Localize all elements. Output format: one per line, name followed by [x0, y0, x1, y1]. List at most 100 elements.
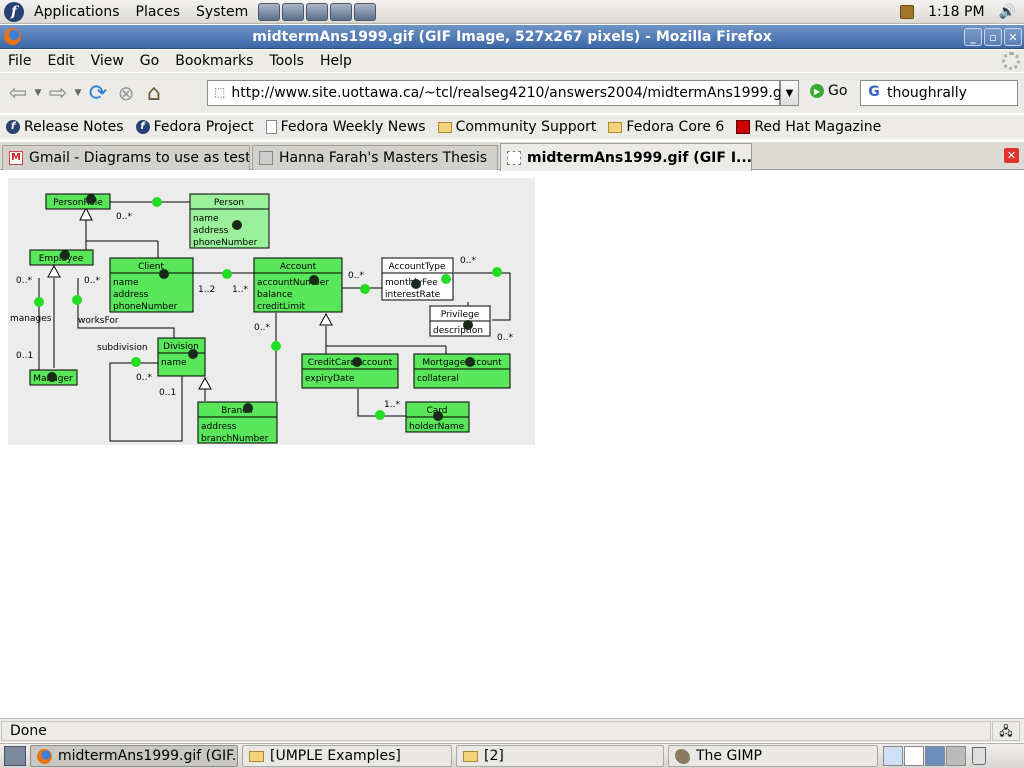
- presentation-launcher-icon[interactable]: [330, 2, 353, 21]
- go-label: Go: [828, 83, 848, 99]
- places-menu[interactable]: Places: [128, 4, 189, 20]
- close-window-button[interactable]: ✕: [1004, 28, 1022, 46]
- fedora-icon: f: [6, 120, 20, 134]
- text-editor-launcher-icon[interactable]: [306, 2, 329, 21]
- firefox-icon: [37, 748, 52, 764]
- firefox-notification-icon[interactable]: [883, 746, 903, 766]
- tab-gmail[interactable]: M Gmail - Diagrams to use as test ...: [2, 145, 250, 170]
- task-gimp[interactable]: The GIMP: [668, 745, 878, 767]
- gmail-icon: M: [9, 151, 23, 165]
- page-content: PersonRole Person Employee Client Accoun…: [0, 171, 1024, 717]
- bookmark-red-hat-magazine[interactable]: Red Hat Magazine: [730, 119, 887, 135]
- mult-employee-right: 0..*: [84, 276, 100, 286]
- mult-personrole-person: 0..*: [116, 212, 132, 222]
- minimize-button[interactable]: _: [964, 28, 982, 46]
- menu-edit[interactable]: Edit: [39, 53, 82, 69]
- attr-branch-1: branchNumber: [201, 434, 269, 444]
- show-desktop-button[interactable]: [4, 746, 26, 766]
- system-menu[interactable]: System: [188, 4, 256, 20]
- bookmark-label: Red Hat Magazine: [754, 119, 882, 135]
- folder-icon: [249, 750, 264, 762]
- tab-midterm-gif[interactable]: midtermAns1999.gif (GIF I...: [500, 143, 752, 171]
- image-icon: [507, 150, 521, 165]
- mult-subdivision-one: 0..1: [159, 388, 176, 398]
- class-person-name: Person: [214, 198, 244, 208]
- attr-account-1: balance: [257, 290, 293, 300]
- class-accounttype-name: AccountType: [388, 262, 445, 272]
- url-history-dropdown[interactable]: ▼: [780, 80, 799, 106]
- update-launcher-icon[interactable]: [354, 2, 377, 21]
- firefox-icon[interactable]: [4, 28, 21, 45]
- attr-client-0: name: [113, 278, 139, 288]
- connection-status-icon[interactable]: 🖧: [992, 720, 1020, 741]
- applications-menu[interactable]: Applications: [26, 4, 128, 20]
- tab-masters-thesis[interactable]: Hanna Farah's Masters Thesis: [252, 145, 498, 170]
- attr-division-0: name: [161, 358, 187, 368]
- attr-accounttype-1: interestRate: [385, 290, 441, 300]
- mult-account-branch: 0..*: [254, 323, 270, 333]
- label-subdivision: subdivision: [97, 343, 148, 353]
- menu-file[interactable]: File: [0, 53, 39, 69]
- tab-label: Gmail - Diagrams to use as test ...: [29, 150, 250, 166]
- bookmark-release-notes[interactable]: f Release Notes: [0, 119, 130, 135]
- google-search-engine-icon[interactable]: G: [865, 84, 883, 102]
- bookmark-label: Fedora Weekly News: [280, 119, 426, 135]
- forward-history-dropdown[interactable]: ▼: [72, 88, 84, 98]
- url-text[interactable]: http://www.site.uottawa.ca/~tcl/realseg4…: [231, 85, 790, 101]
- bookmark-label: Fedora Core 6: [626, 119, 725, 135]
- menu-help[interactable]: Help: [312, 53, 360, 69]
- task-firefox[interactable]: midtermAns1999.gif (GIF...: [30, 745, 238, 767]
- clock[interactable]: 1:18 PM: [928, 4, 984, 20]
- bookmark-fedora-weekly-news[interactable]: Fedora Weekly News: [260, 119, 432, 135]
- volume-icon[interactable]: 🔊: [999, 4, 1016, 20]
- package-updater-icon[interactable]: [900, 5, 915, 19]
- web-browser-launcher-icon[interactable]: [258, 2, 281, 21]
- search-box[interactable]: G thoughrally: [860, 80, 1018, 106]
- attr-person-2: phoneNumber: [193, 238, 258, 248]
- go-button[interactable]: ▶ Go: [810, 83, 847, 99]
- menu-bookmarks[interactable]: Bookmarks: [167, 53, 261, 69]
- attr-client-2: phoneNumber: [113, 302, 178, 312]
- tab-bar: M Gmail - Diagrams to use as test ... Ha…: [0, 142, 1024, 171]
- home-icon[interactable]: ⌂: [140, 79, 168, 107]
- menu-view[interactable]: View: [83, 53, 132, 69]
- document-notification-icon[interactable]: [904, 746, 924, 766]
- forward-button[interactable]: ⇨: [44, 79, 72, 107]
- bookmark-label: Community Support: [455, 119, 597, 135]
- uml-diagram-image: PersonRole Person Employee Client Accoun…: [8, 178, 535, 445]
- search-input[interactable]: thoughrally: [887, 85, 967, 101]
- bookmarks-toolbar: f Release Notes f Fedora Project Fedora We…: [0, 115, 1024, 139]
- class-mortgageaccount-name: MortgageAccount: [422, 358, 502, 368]
- bookmark-fedora-project[interactable]: f Fedora Project: [130, 119, 260, 135]
- reload-icon[interactable]: ⟳: [84, 79, 112, 107]
- page-icon: [265, 120, 277, 134]
- mult-card: 1..*: [384, 400, 400, 410]
- class-privilege-name: Privilege: [441, 310, 480, 320]
- workspace-1[interactable]: [925, 746, 945, 766]
- bookmark-fedora-core-6[interactable]: Fedora Core 6: [602, 119, 730, 135]
- menu-tools[interactable]: Tools: [261, 53, 312, 69]
- workspace-2[interactable]: [946, 746, 966, 766]
- folder-icon: [608, 121, 623, 133]
- uml-class-diagram: PersonRole Person Employee Client Accoun…: [10, 193, 513, 444]
- attr-person-1: address: [193, 226, 229, 236]
- status-bar: Done 🖧: [0, 718, 1024, 742]
- menu-go[interactable]: Go: [132, 53, 167, 69]
- red-hat-icon: [736, 120, 751, 134]
- task-umple-examples[interactable]: [UMPLE Examples]: [242, 745, 452, 767]
- attr-creditcardaccount-0: expiryDate: [305, 374, 355, 384]
- mult-privilege: 0..*: [497, 333, 513, 343]
- back-button[interactable]: ⇦: [4, 79, 32, 107]
- top-panel: f Applications Places System 1:18 PM 🔊: [0, 0, 1024, 24]
- maximize-button[interactable]: ▫: [984, 28, 1002, 46]
- back-history-dropdown[interactable]: ▼: [32, 88, 44, 98]
- stop-icon[interactable]: ⊗: [112, 79, 140, 107]
- url-bar[interactable]: ⬚ http://www.site.uottawa.ca/~tcl/realse…: [207, 80, 791, 106]
- bookmark-community-support[interactable]: Community Support: [432, 119, 603, 135]
- fedora-logo-icon[interactable]: f: [4, 1, 24, 22]
- task-folder-2[interactable]: [2]: [456, 745, 664, 767]
- close-tab-button[interactable]: ✕: [1004, 148, 1019, 163]
- trash-icon[interactable]: [972, 747, 986, 765]
- email-launcher-icon[interactable]: [282, 2, 305, 21]
- attr-branch-0: address: [201, 422, 237, 432]
